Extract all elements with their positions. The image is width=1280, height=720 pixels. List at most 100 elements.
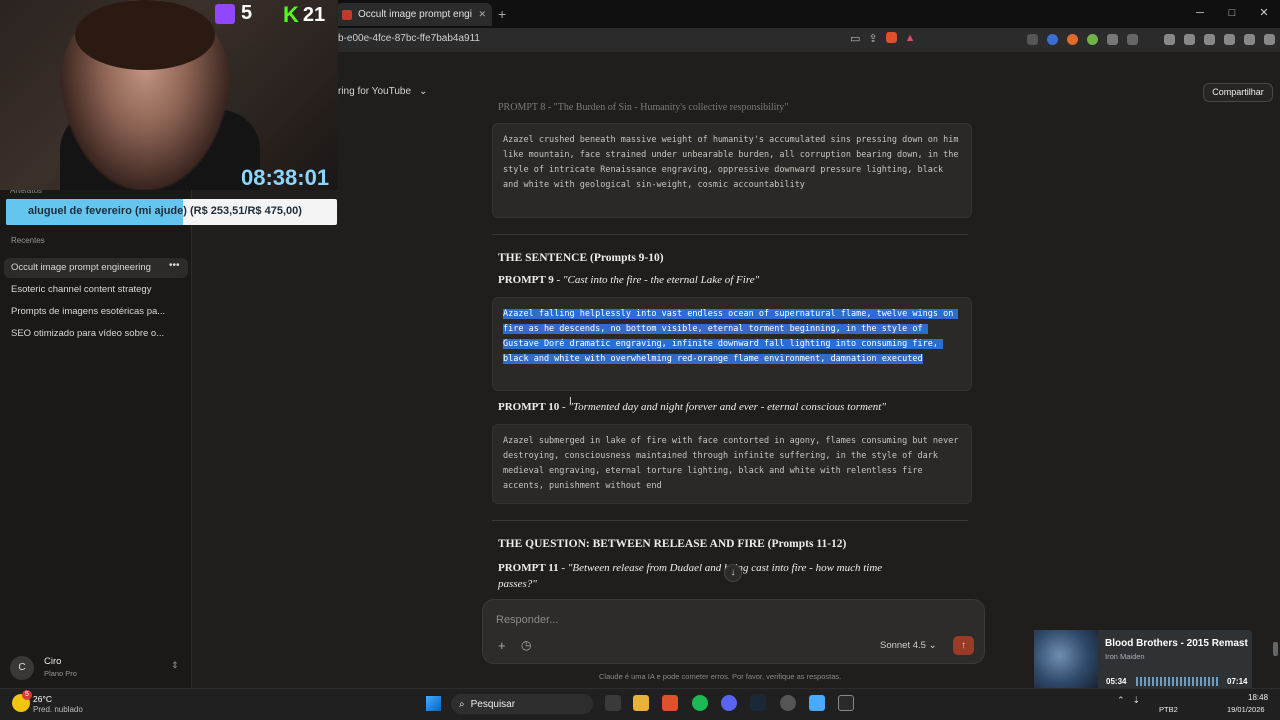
kick-viewers: 21 <box>302 3 326 26</box>
windows-start-icon[interactable] <box>426 696 441 711</box>
prompt-10-title: "Tormented day and night forever and eve… <box>568 401 886 413</box>
prompt-9-label: PROMPT 9 <box>498 274 554 286</box>
donation-goal-bar: aluguel de fevereiro (mi ajude) (R$ 253,… <box>6 199 337 225</box>
more-options-icon[interactable]: ••• <box>169 260 180 271</box>
brave-browser-icon[interactable] <box>662 695 678 711</box>
send-button[interactable]: ↑ <box>953 636 974 655</box>
prompt-8-heading-cut: PROMPT 8 - "The Burden of Sin - Humanity… <box>498 102 789 113</box>
clock-date[interactable]: 19/01/2026 <box>1227 705 1265 714</box>
network-icon[interactable]: ⇣ <box>1133 695 1141 706</box>
user-name: Ciro <box>44 656 62 667</box>
cast-icon[interactable]: ▭ <box>850 32 860 45</box>
conversation-title-text: ring for YouTube <box>338 86 412 97</box>
chevron-up-icon[interactable]: ⌃ <box>1117 695 1125 706</box>
weather-desc[interactable]: Pred. nublado <box>33 705 83 714</box>
extensions-toolbar <box>1027 34 1275 45</box>
composer[interactable] <box>482 599 985 664</box>
prompt-10-code-block[interactable]: Azazel submerged in lake of fire with fa… <box>492 424 972 504</box>
share-page-icon[interactable]: ⇪ <box>868 32 877 45</box>
conversation-title[interactable]: ring for YouTube ⌄ <box>338 86 427 97</box>
attach-plus-icon[interactable]: + <box>498 638 506 653</box>
clock-time[interactable]: 18:48 <box>1248 693 1268 702</box>
taskbar-search-label: Pesquisar <box>470 698 516 710</box>
vpn-shield-icon[interactable] <box>1244 34 1255 45</box>
text-cursor-icon: I <box>569 396 572 407</box>
prompt-11-heading: PROMPT 11 - "Between release from Dudael… <box>498 560 918 592</box>
new-tab-button[interactable]: + <box>498 6 506 22</box>
url-bar-icons: ▭ ⇪ ▲ <box>850 32 916 45</box>
leo-ai-icon[interactable] <box>1224 34 1235 45</box>
model-selector[interactable]: Sonnet 4.5 ⌄ <box>880 640 937 651</box>
divider <box>492 234 968 235</box>
sidebar-toggle-icon[interactable] <box>1184 34 1195 45</box>
claude-favicon-icon <box>342 9 352 20</box>
tab-title: Occult image prompt engineerin <box>358 9 472 20</box>
album-art <box>1034 630 1098 694</box>
scroll-down-button[interactable]: ↓ <box>724 564 742 582</box>
track-length: 07:14 <box>1227 677 1248 686</box>
kick-icon: K <box>283 2 299 27</box>
notepad-icon[interactable] <box>809 695 825 711</box>
input-language[interactable]: PTB2 <box>1159 705 1178 714</box>
section-heading-sentence: THE SENTENCE (Prompts 9-10) <box>498 252 664 264</box>
donation-goal-text: aluguel de fevereiro (mi ajude) (R$ 253,… <box>28 205 302 217</box>
extension-1-icon[interactable] <box>1027 34 1038 45</box>
spotify-icon[interactable] <box>692 695 708 711</box>
brave-shield-icon[interactable] <box>885 32 897 43</box>
brave-rewards-icon[interactable]: ▲ <box>905 32 916 45</box>
wallet-icon[interactable] <box>1204 34 1215 45</box>
history-icon[interactable]: ◷ <box>521 638 531 652</box>
minimize-button[interactable]: ─ <box>1184 0 1216 28</box>
reply-input[interactable]: Responder... <box>496 614 558 626</box>
extension-5-icon[interactable] <box>1127 34 1138 45</box>
prompt-8-code-block[interactable]: Azazel crushed beneath massive weight of… <box>492 123 972 218</box>
twitch-viewers: 5 <box>241 2 253 24</box>
user-plan: Plano Pro <box>44 669 77 678</box>
disclaimer-text: Claude é uma IA e pode cometer erros. Po… <box>599 672 842 681</box>
sidebar-item-seo-video[interactable]: SEO otimizado para vídeo sobre o... <box>4 324 188 344</box>
tab-close-icon[interactable]: ✕ <box>478 9 486 20</box>
capcut-icon[interactable] <box>838 695 854 711</box>
webcam-person-hair <box>75 0 215 70</box>
waveform <box>1136 677 1220 686</box>
obs-icon[interactable] <box>780 695 796 711</box>
search-icon: ⌕ <box>459 698 465 710</box>
sidebar-item-esoteric-strategy[interactable]: Esoteric channel content strategy <box>4 280 188 300</box>
window-controls: ─ □ ✕ <box>1184 0 1280 28</box>
discord-icon[interactable] <box>721 695 737 711</box>
downloads-icon[interactable] <box>1164 34 1175 45</box>
sidebar-item-prompts-esotericas[interactable]: Prompts de imagens esotéricas pa... <box>4 302 188 322</box>
browser-tab-active[interactable]: Occult image prompt engineerin ✕ <box>336 3 492 26</box>
maximize-button[interactable]: □ <box>1216 0 1248 28</box>
chevron-down-icon: ⌄ <box>419 86 428 97</box>
extension-2-icon[interactable] <box>1047 34 1058 45</box>
track-artist: Iron Maiden <box>1105 652 1145 661</box>
extension-3-icon[interactable] <box>1067 34 1078 45</box>
sidebar-item-occult-prompt[interactable]: Occult image prompt engineering <box>4 258 188 278</box>
prompt-10-label: PROMPT 10 <box>498 401 560 413</box>
file-explorer-icon[interactable] <box>633 695 649 711</box>
menu-icon[interactable] <box>1264 34 1275 45</box>
share-button[interactable]: Compartilhar <box>1203 83 1273 102</box>
prompt-9-code-block[interactable]: Azazel falling helplessly into vast endl… <box>492 297 972 391</box>
close-window-button[interactable]: ✕ <box>1248 0 1280 28</box>
label-dash: - <box>553 274 563 286</box>
avatar[interactable]: C <box>10 656 34 680</box>
taskbar-search[interactable]: ⌕ Pesquisar <box>451 694 593 714</box>
steam-icon[interactable] <box>750 695 766 711</box>
system-tray[interactable]: ⌃ ⇣ <box>1117 695 1140 706</box>
task-view-icon[interactable] <box>605 695 621 711</box>
url-field[interactable]: b-e00e-4fce-87bc-ffe7bab4a911 <box>338 33 480 44</box>
section-heading-question: THE QUESTION: BETWEEN RELEASE AND FIRE (… <box>498 538 847 550</box>
extension-4-icon[interactable] <box>1087 34 1098 45</box>
prompt-9-title: "Cast into the fire - the eternal Lake o… <box>562 274 760 286</box>
divider <box>492 520 968 521</box>
scrollbar-thumb[interactable] <box>1273 642 1278 656</box>
recents-heading: Recentes <box>11 236 45 245</box>
weather-temp[interactable]: 26°C <box>33 694 52 704</box>
track-title: Blood Brothers - 2015 Remast <box>1105 638 1248 649</box>
user-menu-chevron-icon[interactable]: ⇕ <box>171 660 179 671</box>
prompt-9-text-selected: Azazel falling helplessly into vast endl… <box>503 309 959 364</box>
stream-clock: 08:38:01 <box>241 165 330 190</box>
extensions-puzzle-icon[interactable] <box>1107 34 1118 45</box>
